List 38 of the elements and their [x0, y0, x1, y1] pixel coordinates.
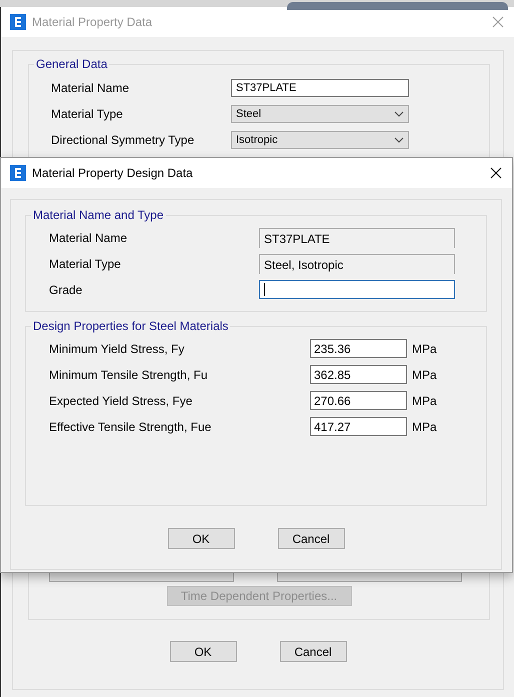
unit-label: MPa — [412, 394, 437, 408]
window-title: Material Property Data — [32, 15, 154, 29]
field-label: Expected Yield Stress, Fye — [49, 394, 194, 408]
unit-label: MPa — [412, 420, 437, 434]
readonly-field: Steel, Isotropic — [259, 254, 455, 274]
app-icon — [10, 14, 26, 30]
unit-label: MPa — [412, 368, 437, 382]
dialog-button[interactable]: Cancel — [280, 641, 346, 662]
dropdown[interactable]: Steel — [231, 105, 409, 123]
dropdown[interactable]: Isotropic — [231, 131, 409, 149]
field-label: Material Type — [51, 107, 124, 121]
dialog-button[interactable]: Cancel — [278, 528, 344, 549]
text-field[interactable]: ST37PLATE — [231, 79, 409, 97]
readonly-field: ST37PLATE — [259, 228, 455, 248]
dialog-button[interactable]: OK — [170, 641, 236, 662]
unit-label: MPa — [412, 342, 437, 356]
group-title: General Data — [35, 57, 108, 71]
input-field[interactable]: 235.36 — [310, 339, 407, 358]
input-field[interactable]: 362.85 — [310, 365, 407, 384]
input-field[interactable] — [259, 280, 455, 299]
field-label: Effective Tensile Strength, Fue — [49, 420, 212, 434]
field-label: Minimum Tensile Strength, Fu — [49, 368, 209, 382]
field-label: Material Name — [51, 81, 130, 95]
group-title: Material Name and Type — [32, 208, 165, 222]
group-title: Design Properties for Steel Materials — [32, 319, 230, 333]
chevron-down-icon — [394, 137, 404, 143]
close-icon[interactable] — [490, 167, 502, 179]
input-field[interactable]: 417.27 — [310, 417, 407, 436]
dialog-button[interactable]: OK — [168, 528, 234, 549]
window-title: Material Property Design Data — [32, 166, 194, 180]
input-field[interactable]: 270.66 — [310, 391, 407, 410]
field-label: Minimum Yield Stress, Fy — [49, 342, 186, 356]
field-label: Material Name — [49, 231, 128, 245]
app-icon — [10, 165, 26, 181]
field-label: Grade — [49, 282, 84, 296]
field-label: Directional Symmetry Type — [51, 133, 196, 147]
chevron-down-icon — [394, 111, 404, 117]
field-label: Material Type — [49, 257, 122, 271]
